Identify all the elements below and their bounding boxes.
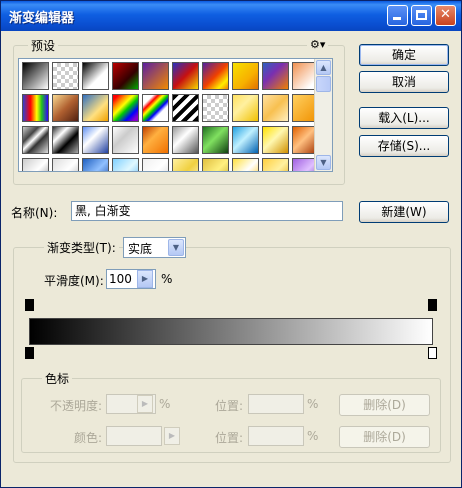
gradient-preview-bar[interactable] xyxy=(29,318,433,345)
presets-scrollbar[interactable]: ▲ ▼ xyxy=(314,59,332,171)
minimize-icon xyxy=(393,17,401,20)
preset-swatch[interactable] xyxy=(52,94,79,122)
preset-swatch[interactable] xyxy=(172,158,199,171)
scroll-down-icon[interactable]: ▼ xyxy=(316,155,331,170)
gradient-editor-window: 渐变编辑器 ✕ 预设 ⚙▾ ▲ ▼ 确定 取消 载入(L)... 存储(S)..… xyxy=(0,0,462,488)
color-popup-arrow-icon[interactable]: ▶ xyxy=(164,427,180,445)
color-stop-left[interactable] xyxy=(25,347,34,359)
opacity-stop-right[interactable] xyxy=(428,299,437,311)
preset-swatch[interactable] xyxy=(22,126,49,154)
scroll-thumb[interactable] xyxy=(316,76,331,92)
preset-swatch[interactable] xyxy=(82,158,109,171)
ok-button[interactable]: 确定 xyxy=(359,44,449,66)
preset-swatch[interactable] xyxy=(142,94,169,122)
preset-swatch[interactable] xyxy=(202,94,229,122)
color-location-input[interactable] xyxy=(248,426,304,446)
presets-list[interactable]: ▲ ▼ xyxy=(18,58,333,172)
preset-swatch[interactable] xyxy=(202,158,229,171)
close-button[interactable]: ✕ xyxy=(435,5,456,26)
gradient-type-label: 渐变类型(T): xyxy=(44,239,119,256)
preset-swatch[interactable] xyxy=(142,158,169,171)
preset-swatch[interactable] xyxy=(232,62,259,90)
preset-swatch[interactable] xyxy=(22,94,49,122)
color-label: 颜色: xyxy=(74,431,103,445)
delete-opacity-stop-button[interactable]: 删除(D) xyxy=(339,394,430,416)
color-stop-right[interactable] xyxy=(428,347,437,359)
save-button[interactable]: 存储(S)... xyxy=(359,135,449,157)
preset-swatch[interactable] xyxy=(202,62,229,90)
smoothness-popup-arrow-icon[interactable]: ▶ xyxy=(137,270,153,288)
preset-swatch[interactable] xyxy=(52,126,79,154)
name-input[interactable]: 黑, 白渐变 xyxy=(71,201,343,221)
load-button[interactable]: 载入(L)... xyxy=(359,107,449,129)
preset-swatch[interactable] xyxy=(82,94,109,122)
preset-swatch[interactable] xyxy=(262,62,289,90)
minimize-button[interactable] xyxy=(387,5,408,26)
opacity-unit: % xyxy=(159,397,171,411)
scroll-up-icon[interactable]: ▲ xyxy=(316,60,331,75)
preset-swatch[interactable] xyxy=(112,62,139,90)
delete-color-stop-button[interactable]: 删除(D) xyxy=(339,426,430,448)
preset-swatch[interactable] xyxy=(82,62,109,90)
smoothness-value: 100 xyxy=(109,272,132,286)
preset-swatch[interactable] xyxy=(112,94,139,122)
preset-swatch[interactable] xyxy=(262,94,289,122)
preset-swatch[interactable] xyxy=(52,158,79,171)
new-button[interactable]: 新建(W) xyxy=(359,201,449,223)
gradient-type-value: 实底 xyxy=(128,242,153,256)
presets-label: 预设 xyxy=(28,37,59,54)
preset-swatch[interactable] xyxy=(142,62,169,90)
color-location-label: 位置: xyxy=(215,431,244,445)
preset-swatch[interactable] xyxy=(232,94,259,122)
preset-swatch[interactable] xyxy=(172,62,199,90)
preset-swatch[interactable] xyxy=(22,62,49,90)
preset-swatch[interactable] xyxy=(82,126,109,154)
preset-swatch[interactable] xyxy=(112,126,139,154)
preset-swatch-grid xyxy=(22,62,319,171)
smoothness-unit: % xyxy=(161,272,173,286)
smoothness-label: 平滑度(M): xyxy=(44,274,104,288)
window-title: 渐变编辑器 xyxy=(9,11,75,26)
preset-swatch[interactable] xyxy=(262,126,289,154)
name-label: 名称(N): xyxy=(11,206,58,220)
opacity-popup-arrow-icon[interactable]: ▶ xyxy=(137,395,153,413)
title-bar[interactable]: 渐变编辑器 ✕ xyxy=(1,1,461,31)
maximize-icon xyxy=(416,10,427,20)
preset-swatch[interactable] xyxy=(172,126,199,154)
preset-swatch[interactable] xyxy=(262,158,289,171)
opacity-label: 不透明度: xyxy=(50,399,103,413)
preset-swatch[interactable] xyxy=(232,126,259,154)
stops-label: 色标 xyxy=(42,370,73,387)
preset-swatch[interactable] xyxy=(112,158,139,171)
preset-swatch[interactable] xyxy=(52,62,79,90)
close-icon: ✕ xyxy=(440,7,451,22)
preset-swatch[interactable] xyxy=(172,94,199,122)
opacity-location-unit: % xyxy=(307,397,319,411)
cancel-button[interactable]: 取消 xyxy=(359,71,449,93)
opacity-location-label: 位置: xyxy=(215,399,244,413)
chevron-down-icon[interactable]: ▼ xyxy=(168,239,184,256)
preset-swatch[interactable] xyxy=(142,126,169,154)
gear-menu-icon[interactable]: ⚙▾ xyxy=(307,38,329,51)
preset-swatch[interactable] xyxy=(22,158,49,171)
maximize-button[interactable] xyxy=(411,5,432,26)
preset-swatch[interactable] xyxy=(202,126,229,154)
gradient-type-select[interactable]: 实底 ▼ xyxy=(123,237,186,258)
color-location-unit: % xyxy=(307,429,319,443)
opacity-location-input[interactable] xyxy=(248,394,304,414)
opacity-stop-left[interactable] xyxy=(25,299,34,311)
preset-swatch[interactable] xyxy=(232,158,259,171)
color-swatch-field[interactable] xyxy=(106,426,162,446)
